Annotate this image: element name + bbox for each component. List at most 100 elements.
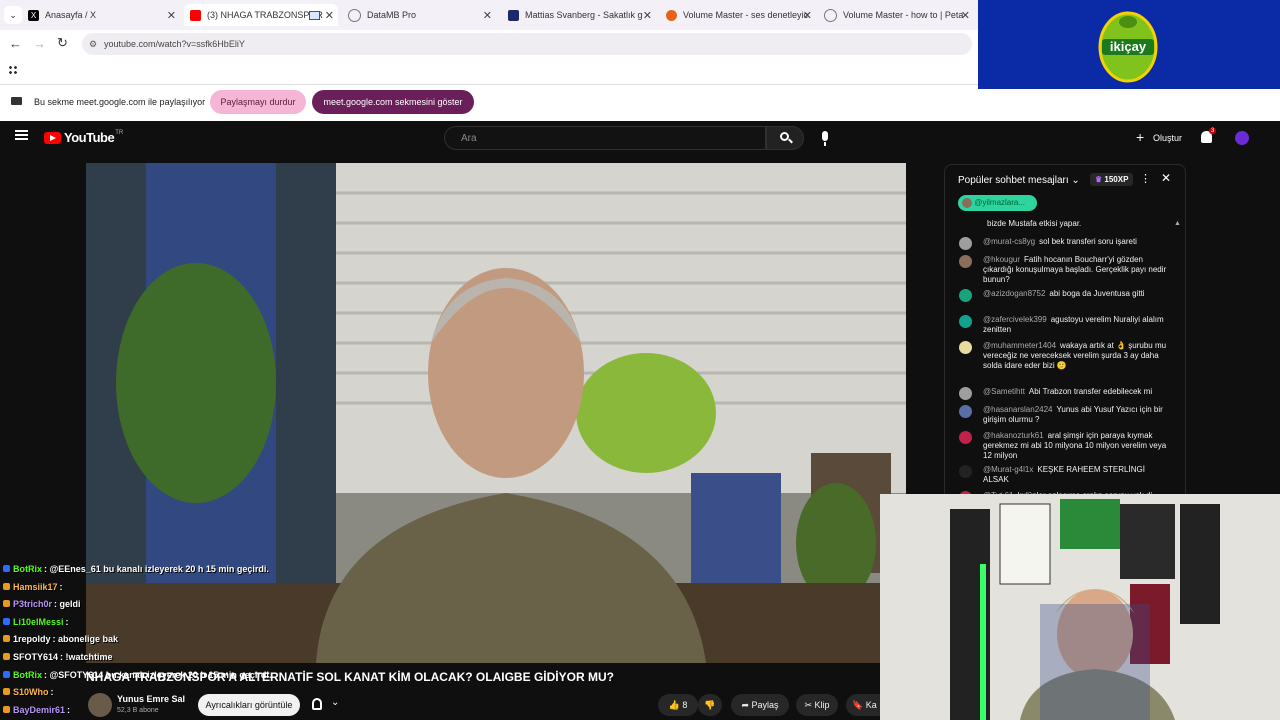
chat-avatar[interactable] (959, 289, 972, 302)
youtube-logo-text: YouTube (64, 130, 115, 145)
stream-chat-line: BayDemir61: (3, 705, 70, 715)
close-icon[interactable]: ✕ (483, 9, 492, 22)
chat-avatar[interactable] (959, 431, 972, 444)
chat-message-text: @muhammeter1404 wakaya artık at 👌 şurubu … (983, 341, 1171, 371)
chat-author[interactable]: @Murat-g4l1x (983, 465, 1033, 474)
tab-x[interactable]: X Anasayfa / X ✕ (28, 4, 180, 26)
ikicay-logo-text: ikiçay (1110, 39, 1147, 54)
tab-fm[interactable]: Mattias Svanberg - Sakatlık geç ✕ (508, 4, 656, 26)
dislike-button[interactable]: 👎 (698, 694, 722, 716)
scroll-up-icon[interactable]: ▲ (1174, 220, 1181, 227)
chat-mode-dropdown[interactable]: Popüler sohbet mesajları ⌄ (958, 175, 1080, 186)
chat-avatar[interactable] (959, 341, 972, 354)
chat-header-label: Popüler sohbet mesajları (958, 175, 1069, 186)
chat-avatar[interactable] (959, 405, 972, 418)
search-button[interactable] (766, 126, 804, 150)
stop-sharing-button[interactable]: Paylaşmayı durdur (210, 90, 306, 114)
chat-message-text: @Sametihtt Abi Trabzon transfer edebilece… (983, 387, 1171, 397)
chat-avatar[interactable] (959, 315, 972, 328)
subscriber-count: 52,3 B abone (117, 707, 159, 714)
site-info-icon[interactable]: ⚙ (89, 33, 97, 55)
badge-icon (3, 565, 10, 572)
like-count: 8 (682, 700, 688, 710)
tab-volume-master[interactable]: Volume Master - ses denetleyic ✕ (666, 4, 816, 26)
tab-volume-master-help[interactable]: Volume Master - how to | Peta ✕ (824, 4, 974, 26)
notification-bell-icon[interactable] (312, 698, 322, 710)
stream-chat-user: P3trich0r (13, 599, 53, 610)
chat-author[interactable]: @hakanozturk61 (983, 431, 1044, 440)
show-meet-tab-label: meet.google.com sekmesini göster (323, 97, 463, 107)
chat-message: @hakanozturk61 aral şimşir için paraya kı… (959, 431, 1171, 461)
channel-name[interactable]: Yunus Emre Sal (117, 694, 185, 704)
url-field[interactable]: ⚙ youtube.com/watch?v=ssfk6HbEliY (82, 33, 972, 55)
show-meet-tab-button[interactable]: meet.google.com sekmesini göster (312, 90, 474, 114)
chat-author[interactable]: @Sametihtt (983, 387, 1025, 396)
view-perks-button[interactable]: Ayrıcalıkları görüntüle (198, 694, 300, 716)
chat-author[interactable]: @zafercivelek399 (983, 315, 1047, 324)
share-label: Paylaş (751, 700, 779, 710)
thumbs-down-icon: 👎 (704, 700, 716, 710)
stream-chat-text: : (65, 616, 69, 627)
url-text: youtube.com/watch?v=ssfk6HbEliY (104, 39, 245, 49)
chevron-down-icon[interactable]: ⌄ (331, 697, 339, 708)
chat-avatar[interactable] (959, 255, 972, 268)
chat-message: bizde Mustafa etkisi yapar. (959, 219, 1171, 229)
chat-avatar[interactable] (959, 387, 972, 400)
chat-author[interactable]: @azizdogan8752 (983, 289, 1045, 298)
reload-icon[interactable]: ↻ (57, 35, 68, 51)
create-button[interactable]: Oluştur (1153, 133, 1182, 143)
clip-label: Klip (814, 700, 830, 710)
chat-author[interactable]: @hkougur (983, 255, 1020, 264)
like-button[interactable]: 👍 8 (658, 694, 698, 716)
tab-datamb[interactable]: DataMB Pro ✕ (348, 4, 496, 26)
back-icon[interactable]: ← (9, 36, 22, 51)
close-icon[interactable]: ✕ (961, 9, 970, 22)
webcam-frame (880, 494, 1280, 720)
share-icon: ➦ (741, 700, 749, 710)
tab-youtube[interactable]: (3) NHAGA TRABZONSPOR ✕ (184, 4, 338, 26)
clip-button[interactable]: ✂ Klip (796, 694, 838, 716)
stream-chat-line: Li10elMessi: (3, 617, 69, 627)
more-options-icon[interactable]: ⋮ (1140, 172, 1151, 185)
chat-avatar[interactable] (959, 465, 972, 478)
badge-icon (3, 617, 10, 625)
close-icon[interactable]: ✕ (325, 9, 334, 22)
stream-chat-user: 1repoldy (13, 634, 51, 645)
chat-author[interactable]: @murat-cs8yg (983, 237, 1035, 246)
channel-avatar[interactable] (88, 693, 112, 717)
chat-author[interactable]: @hasanarslan2424 (983, 405, 1053, 414)
stream-chat-line: 1repoldy: abonelige bak (3, 634, 118, 644)
forward-icon[interactable]: → (33, 36, 46, 51)
chat-avatar[interactable] (959, 237, 972, 250)
video-title: NHAGA TRABZONSPOR'A ALTERNATİF SOL KANAT… (86, 670, 614, 684)
close-icon[interactable]: ✕ (803, 9, 812, 22)
region-code: TR (115, 130, 124, 136)
voice-search-icon[interactable] (812, 127, 838, 149)
chat-author[interactable]: @muhammeter1404 (983, 341, 1056, 350)
search-input[interactable]: Ara (444, 126, 766, 150)
chat-message-text: @hkougur Fatih hocanın Boucharr'yi gözden… (983, 255, 1171, 285)
xp-badge: ♛ 150XP (1090, 173, 1134, 186)
stream-chat-user: BotRix (13, 669, 42, 680)
share-button[interactable]: ➦ Paylaş (731, 694, 789, 716)
bookmark-icon: 🔖 (852, 700, 864, 710)
apps-grid-icon[interactable] (8, 65, 18, 75)
account-avatar[interactable] (1235, 131, 1249, 145)
webcam-overlay (880, 494, 1280, 720)
chat-text: abi boga da Juventusa gitti (1049, 289, 1145, 298)
video-player[interactable] (86, 163, 906, 663)
pinned-user-chip[interactable]: @yilmazlara... (958, 195, 1038, 211)
close-icon[interactable]: ✕ (167, 9, 176, 22)
close-icon[interactable]: ✕ (643, 9, 652, 22)
stream-chat-text: : (59, 581, 63, 592)
tab-sharing-bar: Bu sekme meet.google.com ile paylaşılıyo… (0, 85, 978, 121)
close-chat-icon[interactable]: ✕ (1161, 171, 1171, 185)
chat-message: @azizdogan8752 abi boga da Juventusa gitt… (959, 289, 1171, 302)
x-logo-icon: X (28, 9, 39, 21)
view-perks-label: Ayrıcalıkları görüntüle (205, 700, 293, 710)
menu-icon[interactable] (15, 130, 28, 140)
tab-search-button[interactable]: ⌄ (4, 6, 22, 24)
video-frame (86, 163, 906, 663)
save-button[interactable]: 🔖 Ka (846, 694, 880, 716)
youtube-logo[interactable]: YouTube TR (44, 130, 123, 145)
